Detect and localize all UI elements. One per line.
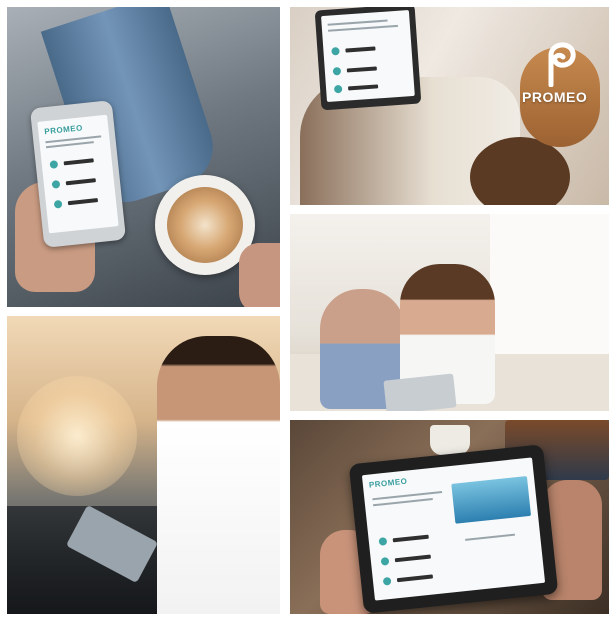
- hand: [239, 243, 280, 307]
- photo-woman-phone-coffee: PROMEO: [7, 7, 280, 307]
- pool-image: [451, 476, 532, 524]
- screen-button: [67, 198, 99, 206]
- photo-man-balcony-tablet: [7, 316, 280, 614]
- screen-feature-dot: [53, 199, 63, 209]
- person-hair: [470, 137, 570, 205]
- tablet-screen: [321, 10, 415, 102]
- screen-feature-dot: [378, 537, 388, 546]
- photo-couple-sofa-tablet: [290, 214, 609, 411]
- screen-feature-dot: [49, 160, 59, 169]
- screen-text-line: [327, 24, 398, 32]
- man-white-shirt: [157, 336, 280, 614]
- screen-button: [65, 178, 96, 186]
- phone-screen: PROMEO: [37, 114, 119, 234]
- screen-text-line: [465, 533, 516, 541]
- phone-screen-logo: PROMEO: [43, 123, 84, 137]
- tablet: PROMEO: [348, 444, 559, 614]
- screen-button: [348, 84, 379, 91]
- screen-feature-dot: [382, 576, 392, 586]
- screen-feature-dot: [331, 46, 340, 56]
- screen-button: [346, 66, 377, 73]
- screen-text-line: [327, 19, 388, 26]
- smartphone: PROMEO: [29, 100, 127, 248]
- tablet-screen: PROMEO: [361, 457, 546, 601]
- tablet: [383, 373, 457, 411]
- tablet-screen-logo: PROMEO: [368, 476, 408, 490]
- promeo-logo-mark-icon: [548, 42, 576, 87]
- screen-button: [345, 46, 376, 53]
- screen-button: [63, 158, 94, 166]
- screen-button: [396, 574, 434, 583]
- screen-feature-dot: [380, 556, 390, 566]
- screen-button: [394, 554, 431, 563]
- screen-feature-dot: [333, 84, 343, 94]
- screen-feature-dot: [332, 66, 342, 76]
- photo-woman-tablet-cat: PROMEO: [290, 7, 609, 205]
- brand-logo-text: PROMEO: [522, 89, 588, 105]
- sunset-glow: [17, 376, 137, 496]
- latte-art: [167, 187, 243, 263]
- screen-feature-dot: [51, 179, 61, 189]
- coffee-mug: [430, 425, 470, 455]
- screen-button: [392, 534, 429, 543]
- tablet: [314, 7, 422, 111]
- photo-hands-tablet-table: PROMEO: [290, 420, 609, 614]
